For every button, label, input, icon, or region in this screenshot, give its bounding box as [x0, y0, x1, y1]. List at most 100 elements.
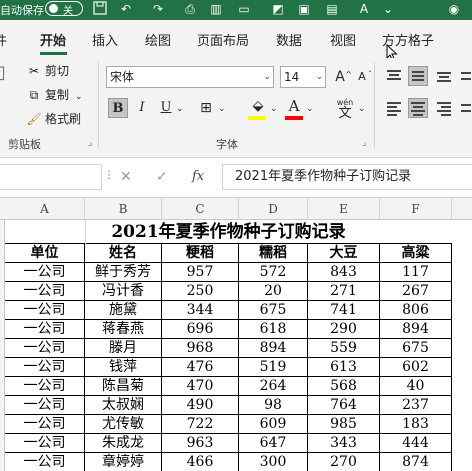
table-cell[interactable]: 490: [162, 396, 239, 415]
align-left-icon[interactable]: [384, 98, 404, 118]
table-cell[interactable]: 290: [308, 320, 380, 339]
print-icon[interactable]: ⎙: [182, 1, 198, 17]
drag-handle-icon[interactable]: ⋮: [104, 170, 114, 181]
table-cell[interactable]: 鲜于秀芳: [85, 263, 162, 282]
font-size-combo[interactable]: 14 ⌄: [280, 66, 326, 88]
table-cell[interactable]: 264: [239, 377, 308, 396]
table-cell[interactable]: 270: [308, 453, 380, 471]
header-cell-sorghum[interactable]: 高粱: [380, 244, 452, 263]
wrap-text-icon[interactable]: [460, 66, 472, 86]
chevron-down-icon[interactable]: ⌄: [358, 104, 366, 114]
redo-icon[interactable]: ↷: [150, 1, 166, 17]
table-cell[interactable]: 444: [380, 434, 452, 453]
table-cell[interactable]: 一公司: [5, 320, 85, 339]
name-box[interactable]: [0, 164, 102, 190]
cut-button[interactable]: ✂ 剪切: [26, 62, 69, 79]
table-cell[interactable]: 一公司: [5, 358, 85, 377]
table-cell[interactable]: 519: [239, 358, 308, 377]
format-painter-button[interactable]: 🖌 格式刷: [26, 110, 81, 127]
underline-button[interactable]: U: [156, 98, 176, 118]
tab-home[interactable]: 开始: [40, 30, 66, 49]
table-cell[interactable]: 476: [162, 358, 239, 377]
column-header-a[interactable]: A: [5, 198, 85, 220]
table-cell[interactable]: 843: [308, 263, 380, 282]
chevron-down-icon[interactable]: ⌄: [218, 104, 226, 114]
table-cell[interactable]: 20: [239, 282, 308, 301]
table-cell[interactable]: 559: [308, 339, 380, 358]
italic-button[interactable]: I: [132, 98, 152, 118]
grow-font-button[interactable]: A ^: [330, 67, 352, 87]
borders-icon[interactable]: ⊞: [196, 98, 216, 118]
table-cell[interactable]: 572: [239, 263, 308, 282]
font-color-icon[interactable]: A: [284, 96, 304, 116]
table-cell[interactable]: 一公司: [5, 415, 85, 434]
table-cell[interactable]: 470: [162, 377, 239, 396]
header-cell-glutinous-rice[interactable]: 糯稻: [239, 244, 308, 263]
sheet-title-cell[interactable]: 2021年夏季作物种子订购记录: [5, 220, 452, 244]
table-cell[interactable]: 696: [162, 320, 239, 339]
table-cell[interactable]: 618: [239, 320, 308, 339]
table-cell[interactable]: 237: [380, 396, 452, 415]
table-cell[interactable]: 343: [308, 434, 380, 453]
table-cell[interactable]: 一公司: [5, 301, 85, 320]
table-cell[interactable]: 613: [308, 358, 380, 377]
align-middle-icon[interactable]: [408, 66, 428, 86]
customize-icon[interactable]: ⌄: [380, 1, 396, 17]
table-cell[interactable]: 钱萍: [85, 358, 162, 377]
table-cell[interactable]: 271: [308, 282, 380, 301]
save-icon[interactable]: [92, 1, 108, 17]
copy-button[interactable]: ⧉ 复制 ⌄: [26, 86, 83, 103]
header-cell-japonica-rice[interactable]: 粳稻: [162, 244, 239, 263]
column-header-f[interactable]: F: [380, 198, 452, 220]
tab-data[interactable]: 数据: [276, 30, 302, 49]
dialog-launcher-icon[interactable]: ⌟: [362, 138, 366, 148]
fill-color-icon[interactable]: ⬙: [248, 96, 268, 116]
tab-insert[interactable]: 插入: [92, 30, 118, 49]
table-cell[interactable]: 267: [380, 282, 452, 301]
tab-file[interactable]: 件: [0, 30, 7, 49]
table-cell[interactable]: 894: [239, 339, 308, 358]
table-cell[interactable]: 一公司: [5, 434, 85, 453]
table-cell[interactable]: 183: [380, 415, 452, 434]
paste-button[interactable]: ▯: [0, 62, 6, 83]
camera-icon[interactable]: ◩: [270, 1, 286, 17]
paste-icon[interactable]: ▤: [324, 1, 340, 17]
table-cell[interactable]: 一公司: [5, 282, 85, 301]
table-cell[interactable]: 874: [380, 453, 452, 471]
table-cell[interactable]: 冯计香: [85, 282, 162, 301]
chevron-down-icon[interactable]: ⌄: [270, 104, 278, 114]
font-name-combo[interactable]: 宋体 ⌄: [106, 66, 274, 88]
tab-view[interactable]: 视图: [330, 30, 356, 49]
table-cell[interactable]: 963: [162, 434, 239, 453]
table-cell[interactable]: 40: [380, 377, 452, 396]
table-cell[interactable]: 太叔娴: [85, 396, 162, 415]
header-cell-soybean[interactable]: 大豆: [308, 244, 380, 263]
table-cell[interactable]: 朱成龙: [85, 434, 162, 453]
account-icon[interactable]: ◉: [446, 1, 462, 17]
column-header-partial[interactable]: [452, 198, 472, 220]
table-cell[interactable]: 章婷婷: [85, 453, 162, 471]
align-center-icon[interactable]: [408, 98, 428, 118]
table-cell[interactable]: 675: [380, 339, 452, 358]
tab-page-layout[interactable]: 页面布局: [197, 30, 249, 49]
text-box-icon[interactable]: A: [356, 1, 372, 17]
table-cell[interactable]: 一公司: [5, 453, 85, 471]
table-cell[interactable]: 764: [308, 396, 380, 415]
table-cell[interactable]: 300: [239, 453, 308, 471]
chevron-down-icon[interactable]: ⌄: [306, 104, 314, 114]
chart-icon[interactable]: ▥: [208, 1, 224, 17]
column-header-d[interactable]: D: [239, 198, 308, 220]
align-top-icon[interactable]: [384, 66, 404, 86]
column-header-c[interactable]: C: [162, 198, 239, 220]
table-cell[interactable]: 894: [380, 320, 452, 339]
shrink-font-button[interactable]: Aˇ: [352, 67, 372, 87]
indent-icon[interactable]: [460, 98, 472, 118]
tab-draw[interactable]: 绘图: [145, 30, 171, 49]
table-cell[interactable]: 一公司: [5, 396, 85, 415]
table-cell[interactable]: 985: [308, 415, 380, 434]
header-cell-name[interactable]: 姓名: [85, 244, 162, 263]
table-cell[interactable]: 滕月: [85, 339, 162, 358]
table-cell[interactable]: 施黛: [85, 301, 162, 320]
table-cell[interactable]: 250: [162, 282, 239, 301]
table-cell[interactable]: 675: [239, 301, 308, 320]
